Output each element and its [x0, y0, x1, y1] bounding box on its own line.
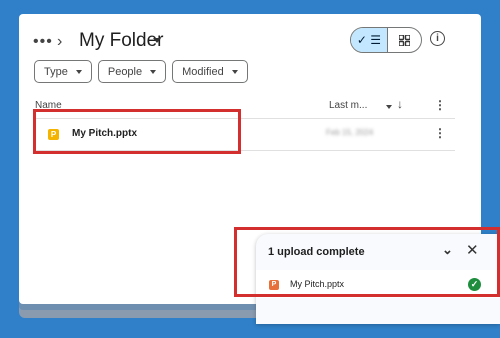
filter-modified-chip[interactable]: Modified	[172, 60, 248, 83]
info-icon[interactable]: i	[430, 31, 445, 46]
page-title[interactable]: My Folder	[79, 28, 163, 54]
sort-arrow-icon[interactable]: ↓	[397, 97, 403, 111]
caret-down-icon	[75, 69, 82, 74]
filter-label: Type	[44, 65, 68, 78]
view-toggle: ✓ ☰	[350, 27, 422, 53]
caret-down-icon[interactable]	[153, 38, 161, 43]
more-vert-icon[interactable]: ⋮	[434, 98, 446, 112]
filter-label: Modified	[182, 65, 224, 78]
column-header-last-modified[interactable]: Last m...	[329, 100, 367, 111]
caret-down-icon	[231, 69, 238, 74]
check-list-icon: ✓ ☰	[356, 33, 382, 47]
filter-label: People	[107, 65, 143, 78]
breadcrumb: ••• › My Folder ✓ ☰ i	[19, 24, 481, 64]
filter-type-chip[interactable]: Type	[34, 60, 92, 83]
filter-bar: Type People Modified	[34, 60, 248, 83]
caret-down-icon[interactable]	[386, 105, 392, 109]
list-view-button[interactable]: ✓ ☰	[351, 28, 388, 52]
filter-people-chip[interactable]: People	[97, 60, 167, 83]
file-modified-date: Feb 15, 2024	[326, 128, 374, 137]
grid-icon	[399, 34, 410, 46]
more-vert-icon[interactable]: ⋮	[434, 126, 446, 140]
more-horiz-icon[interactable]: •••	[33, 34, 53, 50]
grid-view-button[interactable]	[388, 28, 421, 52]
caret-down-icon	[150, 69, 157, 74]
chevron-right-icon: ›	[57, 33, 63, 50]
highlight-box-upload	[234, 227, 500, 297]
highlight-box-file	[33, 109, 241, 154]
